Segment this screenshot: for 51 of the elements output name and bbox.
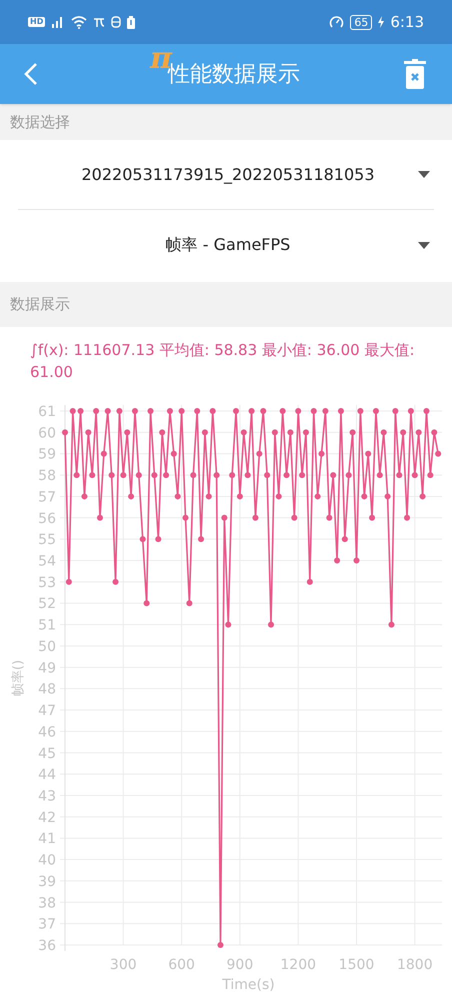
- dropdown-select[interactable]: 20220531173915_20220531181053: [18, 140, 434, 209]
- x-tick-label: 300: [110, 957, 137, 973]
- charging-icon: [378, 16, 384, 28]
- battery-level: 65: [350, 14, 372, 30]
- y-tick-label: 59: [38, 446, 56, 463]
- statistics-summary: ∫f(x): 111607.13 平均值: 58.83 最小值: 36.00 最大值: 61.00: [29, 340, 416, 383]
- y-tick-label: 57: [38, 489, 56, 506]
- section-title: 数据展示: [10, 294, 70, 316]
- y-tick-label: 38: [38, 895, 56, 912]
- x-tick-label: 600: [168, 957, 195, 973]
- y-tick-label: 43: [38, 788, 56, 804]
- y-tick-label: 46: [38, 724, 56, 740]
- y-tick-label: 54: [38, 554, 56, 570]
- dropdown-caret-icon: [418, 242, 430, 248]
- dropdown-caret-icon: [418, 171, 430, 178]
- hd-badge: HD: [28, 17, 46, 27]
- y-tick-label: 49: [38, 660, 56, 676]
- dropdown-select[interactable]: 帧率 - GameFPS: [18, 210, 434, 280]
- y-tick-label: 60: [38, 425, 56, 442]
- y-tick-label: 36: [38, 938, 56, 954]
- clock-time: 6:13: [390, 12, 424, 33]
- y-tick-label: 51: [38, 618, 56, 634]
- x-tick-label: 1200: [280, 957, 316, 973]
- wifi-icon: [71, 16, 88, 28]
- y-tick-label: 56: [38, 510, 56, 527]
- y-tick-label: 39: [38, 874, 56, 890]
- y-tick-label: 58: [38, 468, 56, 484]
- y-tick-label: 45: [38, 746, 56, 762]
- speedometer-icon: [329, 14, 344, 30]
- y-tick-label: 42: [38, 810, 56, 826]
- back-icon: [24, 62, 38, 86]
- delete-button[interactable]: [402, 58, 428, 90]
- x-tick-label: 1500: [338, 957, 374, 973]
- y-axis-title: 帧率(): [11, 660, 26, 696]
- y-tick-label: 41: [38, 831, 56, 848]
- battery-alert-icon: [127, 16, 136, 28]
- y-tick-label: 44: [38, 767, 56, 784]
- y-tick-label: 52: [38, 596, 56, 612]
- y-tick-label: 47: [38, 703, 56, 720]
- y-tick-label: 55: [38, 532, 56, 548]
- y-tick-label: 61: [38, 404, 56, 420]
- section-title: 数据选择: [10, 112, 70, 133]
- x-axis-title: Time(s): [222, 977, 275, 993]
- x-tick-label: 900: [226, 957, 254, 973]
- y-tick-label: 50: [38, 638, 56, 655]
- y-tick-label: 48: [38, 682, 56, 698]
- x-tick-label: 1800: [396, 957, 433, 973]
- trash-icon: [404, 59, 426, 89]
- y-tick-label: 40: [38, 852, 56, 869]
- y-tick-label: 53: [38, 574, 56, 591]
- y-tick-label: 37: [38, 916, 56, 933]
